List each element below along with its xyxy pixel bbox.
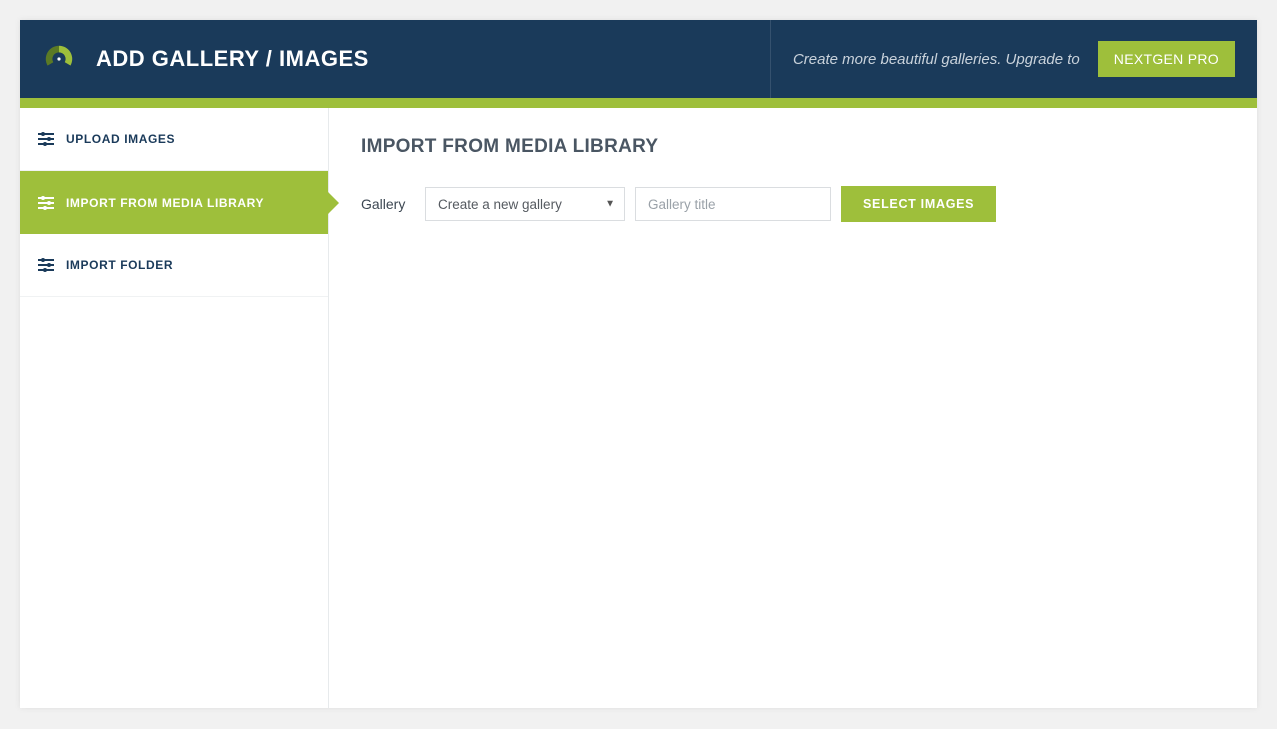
header-right: Create more beautiful galleries. Upgrade… [770, 20, 1257, 98]
page-title: ADD GALLERY / IMAGES [96, 46, 369, 72]
sidebar-item-label: UPLOAD IMAGES [66, 132, 175, 146]
sliders-icon [38, 259, 54, 271]
gallery-select[interactable]: Create a new gallery [425, 187, 625, 221]
gallery-form-row: Gallery Create a new gallery ▼ SELECT IM… [361, 186, 1225, 222]
upgrade-tagline: Create more beautiful galleries. Upgrade… [793, 51, 1080, 68]
select-images-button[interactable]: SELECT IMAGES [841, 186, 996, 222]
sliders-icon [38, 133, 54, 145]
gallery-label: Gallery [361, 196, 415, 212]
header: ADD GALLERY / IMAGES Create more beautif… [20, 20, 1257, 98]
sidebar-item-import-folder[interactable]: IMPORT FOLDER [20, 234, 328, 297]
gallery-title-input[interactable] [635, 187, 831, 221]
sidebar-item-label: IMPORT FROM MEDIA LIBRARY [66, 196, 264, 210]
sidebar: UPLOAD IMAGES IMPORT FROM MEDIA LIBRARY … [20, 108, 329, 708]
sidebar-item-upload-images[interactable]: UPLOAD IMAGES [20, 108, 328, 171]
app-logo-icon [42, 42, 76, 76]
upgrade-button[interactable]: NEXTGEN PRO [1098, 41, 1235, 77]
header-left: ADD GALLERY / IMAGES [20, 20, 770, 98]
sidebar-item-import-media-library[interactable]: IMPORT FROM MEDIA LIBRARY [20, 171, 328, 234]
gallery-select-wrap: Create a new gallery ▼ [425, 187, 625, 221]
sliders-icon [38, 197, 54, 209]
content-title: IMPORT FROM MEDIA LIBRARY [361, 136, 1225, 158]
sidebar-item-label: IMPORT FOLDER [66, 258, 173, 272]
accent-bar [20, 98, 1257, 108]
content: IMPORT FROM MEDIA LIBRARY Gallery Create… [329, 108, 1257, 708]
